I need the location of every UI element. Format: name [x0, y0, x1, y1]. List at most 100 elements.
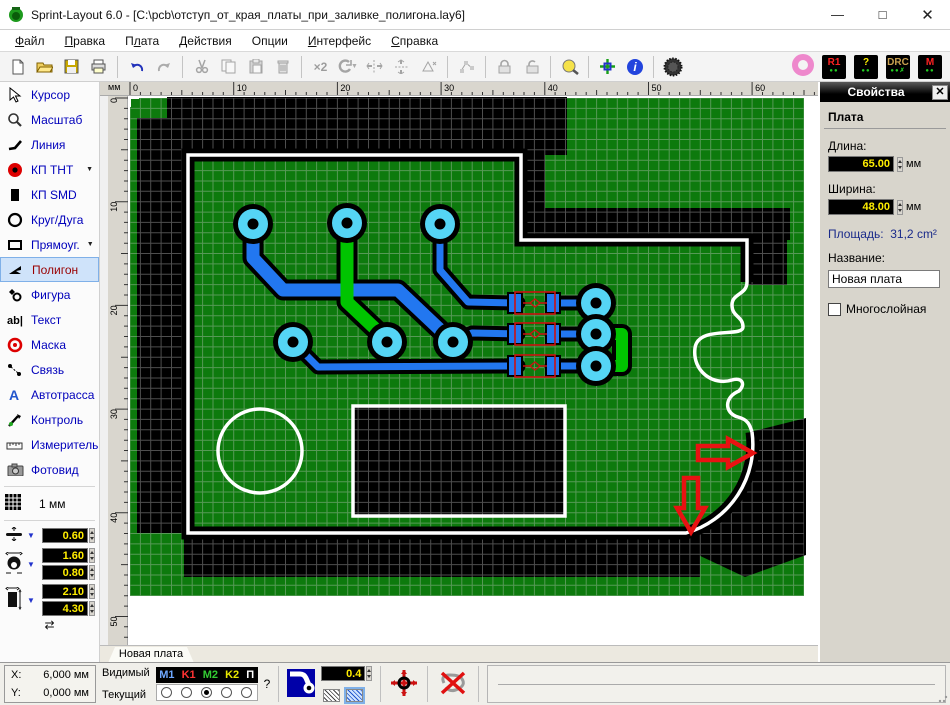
macro-m-icon[interactable]: M ●●	[918, 54, 942, 79]
board-name-input[interactable]	[828, 270, 940, 288]
menu-item-2[interactable]: Правка	[56, 32, 115, 50]
origin-tool-icon[interactable]	[389, 668, 419, 701]
paste-button[interactable]	[242, 54, 269, 80]
polygon-gap-spinner[interactable]	[366, 666, 373, 681]
new-file-button[interactable]	[4, 54, 31, 80]
track-width-value[interactable]: 0.60	[42, 528, 88, 543]
current-layer-radio-П[interactable]	[241, 687, 253, 698]
tool-item-measure[interactable]: Измеритель	[0, 432, 99, 457]
smd-height-value[interactable]: 4.30	[42, 601, 88, 616]
length-spinner[interactable]	[897, 156, 903, 172]
info-button[interactable]: i	[621, 54, 648, 80]
smd-height-spinner[interactable]	[89, 601, 95, 616]
smd-size-dropdown[interactable]: ▼	[27, 596, 35, 605]
tool-item-rect[interactable]: Прямоуг. ▼	[0, 232, 99, 257]
mirror-horizontal-button[interactable]	[361, 54, 388, 80]
crosshair-mode-button[interactable]	[594, 54, 621, 80]
rotate-button[interactable]: ▼	[334, 54, 361, 80]
tool-item-circle[interactable]: Круг/Дуга	[0, 207, 99, 232]
tool-item-text[interactable]: ab| Текст	[0, 307, 99, 332]
tool-item-mask[interactable]: Маска	[0, 332, 99, 357]
unlock-button[interactable]	[518, 54, 545, 80]
layer-label-П[interactable]: П	[246, 669, 254, 681]
open-file-button[interactable]	[31, 54, 58, 80]
menu-item-5[interactable]: Опции	[243, 32, 297, 50]
tool-item-zoom[interactable]: Масштаб	[0, 107, 99, 132]
properties-close-button[interactable]: ✕	[932, 84, 948, 100]
tool-dropdown-arrow[interactable]: ▼	[87, 241, 94, 248]
tool-item-poly[interactable]: Полигон	[0, 257, 99, 282]
tool-item-tht[interactable]: КП THT ▼	[0, 157, 99, 182]
component-help-icon[interactable]: ? ●●	[854, 54, 878, 79]
track-width-spinner[interactable]	[89, 528, 95, 543]
menu-item-3[interactable]: Плата	[116, 32, 168, 50]
component-r1-icon[interactable]: R1 ●●	[822, 54, 846, 79]
close-button[interactable]: ✕	[905, 0, 950, 29]
tool-item-link[interactable]: Связь	[0, 357, 99, 382]
width-spinner[interactable]	[897, 199, 903, 215]
layer-label-M1[interactable]: M1	[159, 669, 174, 681]
menu-item-4[interactable]: Действия	[170, 32, 241, 50]
swap-values-button[interactable]: ⇄	[0, 618, 99, 632]
delete-button[interactable]	[269, 54, 296, 80]
current-layer-radio-K2[interactable]	[221, 687, 233, 698]
mirror-vertical-button[interactable]	[388, 54, 415, 80]
pad-drill-spinner[interactable]	[89, 565, 95, 580]
lock-button[interactable]	[491, 54, 518, 80]
layer-label-M2[interactable]: M2	[203, 669, 218, 681]
snap-points-button[interactable]	[453, 54, 480, 80]
menu-item-6[interactable]: Интерфейс	[299, 32, 380, 50]
multilayer-checkbox[interactable]	[828, 302, 841, 316]
hatch-style-2-button[interactable]	[344, 687, 366, 704]
smd-width-spinner[interactable]	[89, 584, 95, 599]
pcb-drawing[interactable]	[128, 96, 818, 648]
tool-item-cursor[interactable]: Курсор	[0, 82, 99, 107]
pad-drill-value[interactable]: 0.80	[42, 565, 88, 580]
polygon-gap-value[interactable]: 0.4	[321, 666, 366, 681]
pcb-canvas[interactable]	[128, 96, 818, 648]
layer-label-K2[interactable]: K2	[225, 669, 239, 681]
resize-grip[interactable]	[938, 693, 948, 703]
pad-outer-spinner[interactable]	[89, 548, 95, 563]
redo-button[interactable]	[150, 54, 177, 80]
save-button[interactable]	[58, 54, 85, 80]
drc-check-icon[interactable]: DRC ●●✗	[886, 54, 910, 79]
menu-item-1[interactable]: Файл	[6, 32, 54, 50]
undo-button[interactable]	[123, 54, 150, 80]
tool-item-smd[interactable]: КП SMD	[0, 182, 99, 207]
tool-item-auto[interactable]: A Автотрасса	[0, 382, 99, 407]
tool-item-photo[interactable]: Фотовид	[0, 457, 99, 482]
menu-item-7[interactable]: Справка	[382, 32, 447, 50]
zoom-all-button[interactable]	[556, 54, 583, 80]
duplicate-button[interactable]: ×2	[307, 54, 334, 80]
grid-button[interactable]: 1 мм	[0, 491, 99, 516]
photoview-pattern-button[interactable]	[659, 54, 686, 80]
width-value[interactable]: 48.00	[828, 199, 894, 215]
cut-button[interactable]	[188, 54, 215, 80]
layer-help[interactable]: ?	[264, 677, 271, 691]
hatch-style-1-button[interactable]	[323, 689, 341, 702]
align-button[interactable]	[415, 54, 442, 80]
tool-item-line[interactable]: Линия	[0, 132, 99, 157]
current-layer-radio-K1[interactable]	[181, 687, 193, 698]
cancel-polygon-icon[interactable]	[436, 669, 470, 700]
layer-visibility-box[interactable]: M1 K1 M2 K2 П	[155, 667, 258, 683]
window-title: Sprint-Layout 6.0 - [C:\pcb\отступ_от_кр…	[31, 7, 465, 22]
layer-label-K1[interactable]: K1	[182, 669, 196, 681]
copy-button[interactable]	[215, 54, 242, 80]
current-layer-radio-M2[interactable]	[201, 687, 213, 698]
tool-item-probe[interactable]: Контроль	[0, 407, 99, 432]
tool-item-shape[interactable]: Фигура	[0, 282, 99, 307]
current-layer-radio-M1[interactable]	[161, 687, 173, 698]
length-value[interactable]: 65.00	[828, 156, 894, 172]
smd-width-value[interactable]: 2.10	[42, 584, 88, 599]
print-button[interactable]	[85, 54, 112, 80]
maximize-button[interactable]: □	[860, 0, 905, 29]
pad-size-dropdown[interactable]: ▼	[27, 560, 35, 569]
pad-outer-value[interactable]: 1.60	[42, 548, 88, 563]
minimize-button[interactable]: —	[815, 0, 860, 29]
tool-dropdown-arrow[interactable]: ▼	[86, 166, 93, 173]
board-tab[interactable]: Новая плата	[108, 647, 194, 663]
track-width-dropdown[interactable]: ▼	[27, 531, 35, 540]
macro-donut-icon[interactable]	[792, 54, 814, 79]
